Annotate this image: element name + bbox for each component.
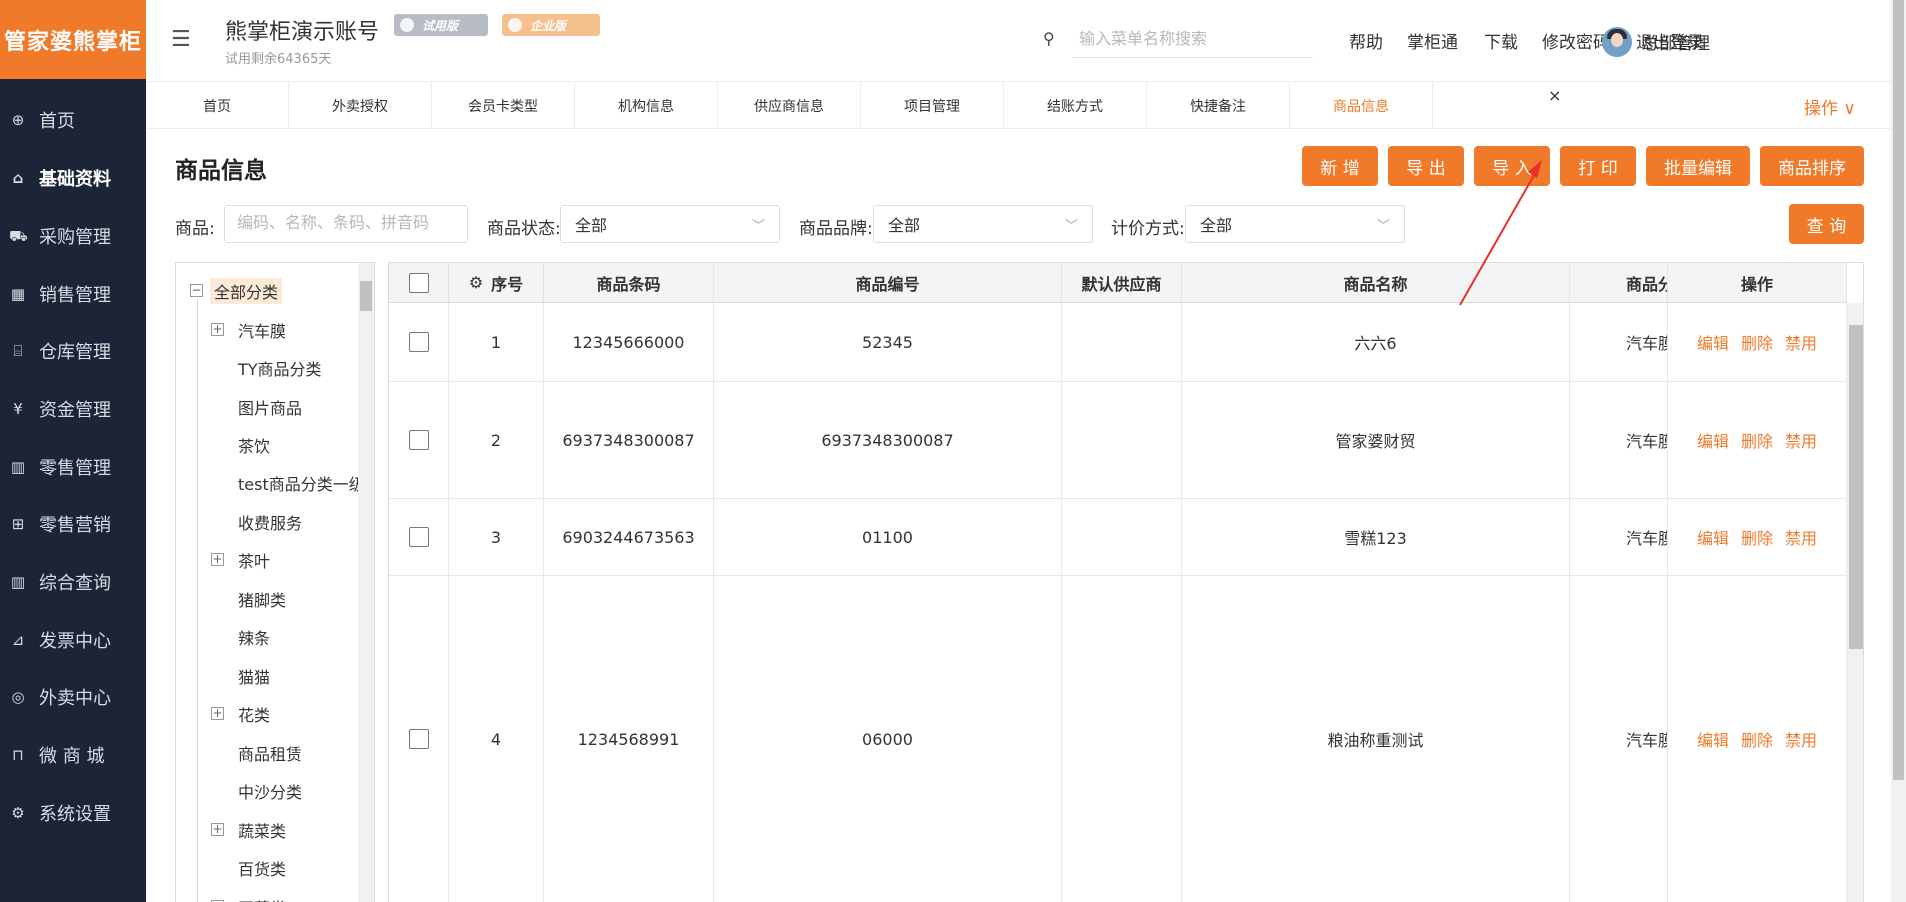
- annotation-arrow: [1459, 160, 1542, 306]
